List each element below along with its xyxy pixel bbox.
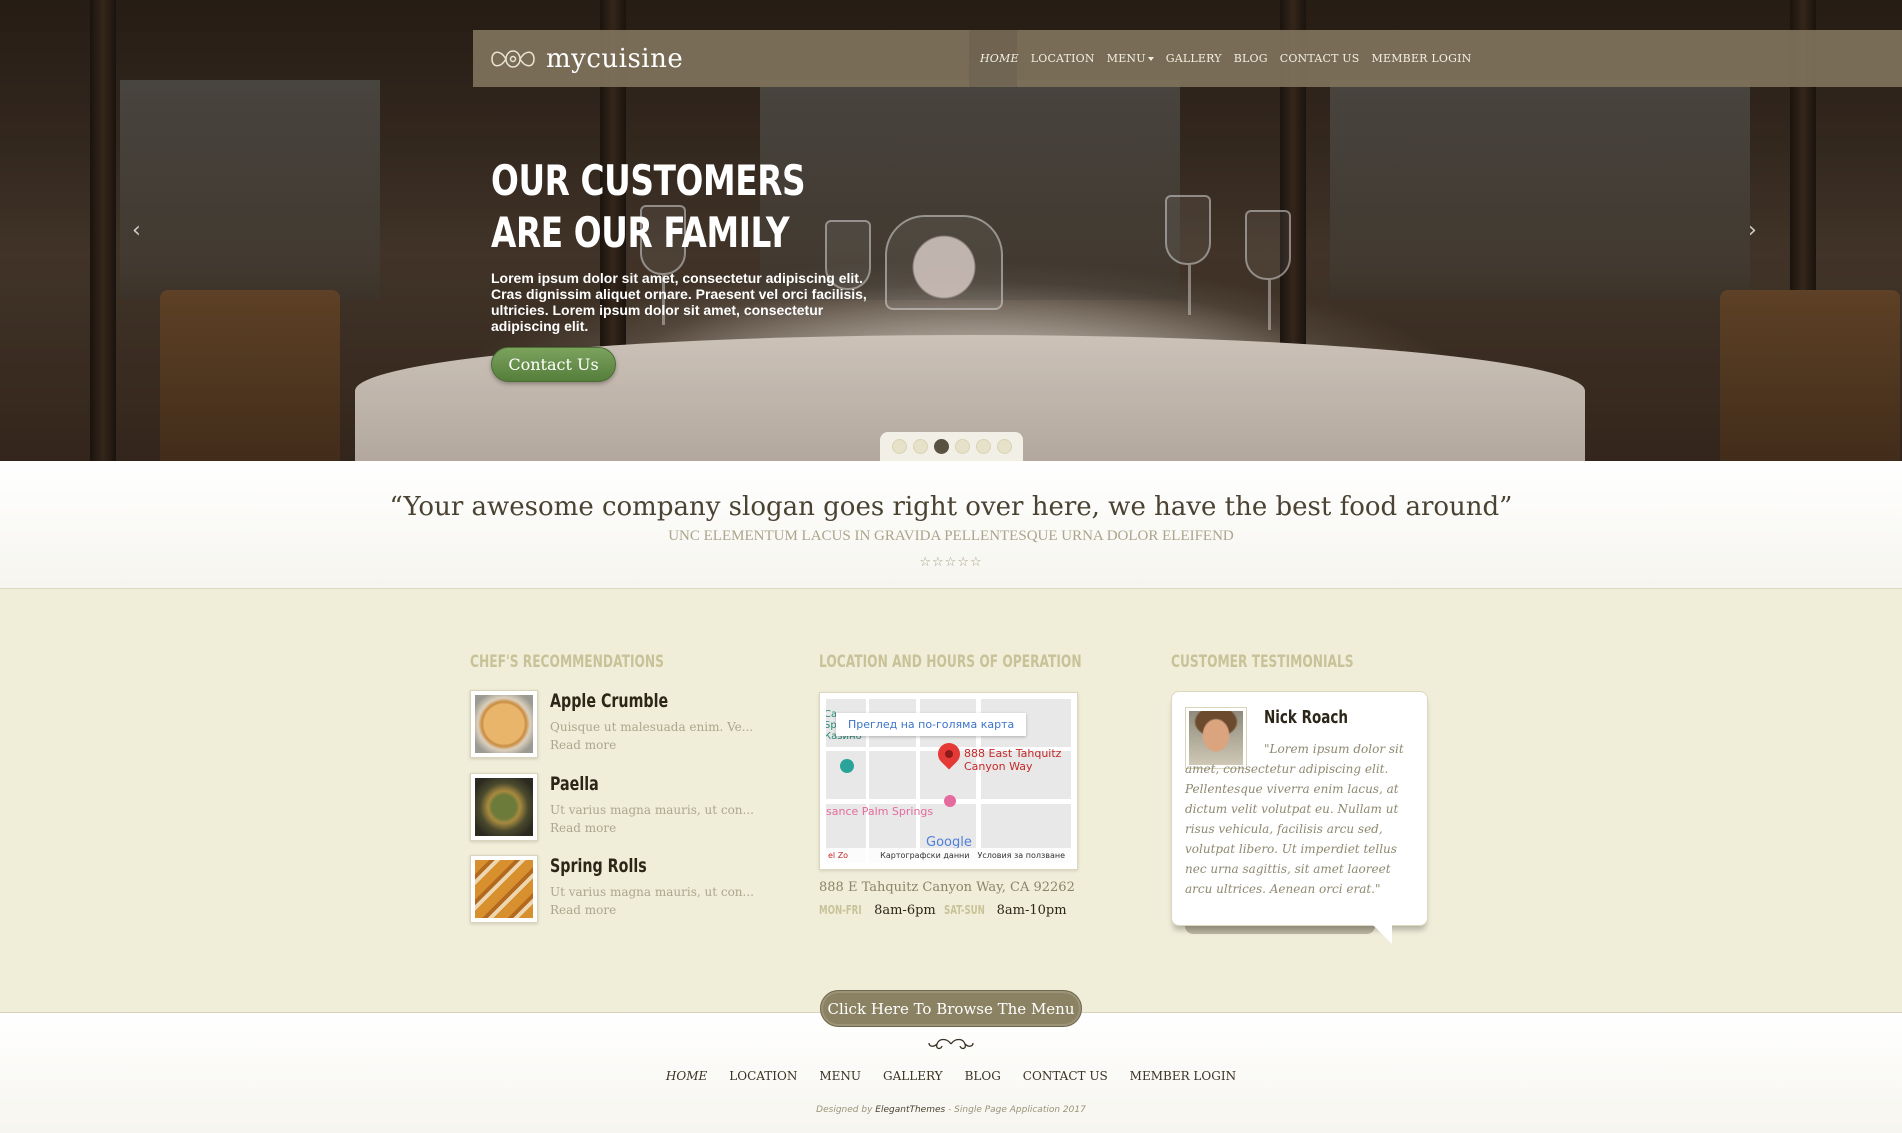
recommendations-title: Chef's Recommendations [470,652,664,672]
credit-suffix: - Single Page Application 2017 [948,1105,1086,1115]
map-data-link[interactable]: Картографски данни [880,851,969,860]
testimonial-tail [1372,924,1392,944]
logo-ornament-icon [491,50,535,68]
nav-location[interactable]: Location [1031,52,1095,65]
hero-text: Lorem ipsum dolor sit amet, consectetur … [491,270,867,334]
slider-dot[interactable] [933,438,949,454]
map-larger-view-link[interactable]: Преглед на по-голяма карта [836,713,1027,736]
ornament-divider-icon [928,1038,974,1050]
slider-dot[interactable] [996,438,1012,454]
weekday-label: MON-FRI [819,903,862,917]
testimonial-shadow [1185,926,1375,934]
recommendation-item[interactable]: Spring Rolls Ut varius magna mauris, ut … [470,855,754,925]
footer-credit: Designed by ElegantThemes - Single Page … [0,1105,1902,1115]
nav-blog[interactable]: Blog [1234,52,1268,65]
main-nav: Home Location Menu Gallery Blog Contact … [980,52,1471,65]
slider-prev-arrow-icon[interactable]: ‹ [132,218,141,243]
location-title: Location and Hours of Operation [819,652,1082,672]
testimonials-title: Customer Testimonials [1171,652,1354,672]
slider-dot[interactable] [912,438,928,454]
logo-text: mycuisine [546,44,684,74]
nav-menu-label: Menu [1106,52,1146,65]
map-pin-label: 888 East Tahquitz Canyon Way [964,747,1061,773]
recommendation-image [470,690,538,758]
slogan-subtitle: UNC ELEMENTUM LACUS IN GRAVIDA PELLENTES… [668,528,1234,544]
footer-nav-menu[interactable]: Menu [819,1069,861,1083]
footer-nav-contact-us[interactable]: Contact Us [1023,1069,1108,1083]
caret-down-icon [1147,57,1154,61]
recommendation-photo [475,860,533,918]
testimonial-text: "Lorem ipsum dolor sit amet, consectetur… [1185,742,1404,896]
slider-dot[interactable] [954,438,970,454]
footer-nav-location[interactable]: Location [729,1069,797,1083]
recommendation-desc: Quisque ut malesuada enim. Ve... [550,720,754,734]
map-corner-label: el Zo [828,851,849,860]
slider-dot[interactable] [975,438,991,454]
map-casino-text: sance Palm Springs [826,805,934,818]
credit-brand-link[interactable]: ElegantThemes [875,1105,945,1115]
footer-nav-gallery[interactable]: Gallery [883,1069,943,1083]
recommendation-desc: Ut varius magna mauris, ut con... [550,885,754,899]
weekday-hours: 8am-6pm [874,903,936,918]
map-poi-icon [944,795,956,807]
recommendation-image [470,773,538,841]
nav-gallery[interactable]: Gallery [1166,52,1222,65]
recommendation-item[interactable]: Paella Ut varius magna mauris, ut con...… [470,773,754,843]
footer-nav: Home Location Menu Gallery Blog Contact … [0,1069,1902,1083]
location-map[interactable]: CaSpringsКазино Преглед на по-голяма кар… [819,692,1078,870]
map-pin-label-line2: Canyon Way [964,760,1033,773]
map-canvas[interactable]: CaSpringsКазино Преглед на по-голяма кар… [826,699,1071,863]
recommendation-name: Paella [550,773,599,795]
nav-menu[interactable]: Menu [1107,52,1154,65]
read-more-link[interactable]: Read more [550,903,616,917]
map-footer: el Zo Картографски данни Условия за полз… [826,848,1071,863]
hero-title: OUR CUSTOMERS ARE OUR FAMILY [491,156,806,257]
recommendation-name: Spring Rolls [550,855,647,877]
nav-contact-us[interactable]: Contact Us [1280,52,1360,65]
contact-us-button[interactable]: Contact Us [491,347,616,382]
site-logo[interactable]: mycuisine [490,44,683,74]
rating-stars: ☆☆☆☆☆ [919,555,983,570]
browse-menu-button[interactable]: Click Here To Browse The Menu [820,990,1082,1027]
read-more-link[interactable]: Read more [550,821,616,835]
map-pin-label-line1: 888 East Tahquitz [964,747,1062,760]
map-poi-icon [840,759,854,773]
recommendation-desc: Ut varius magna mauris, ut con... [550,803,754,817]
weekend-label: SAT-SUN [943,903,985,917]
recommendation-photo [475,778,533,836]
recommendation-item[interactable]: Apple Crumble Quisque ut malesuada enim.… [470,690,754,760]
opening-hours: MON-FRI 8am-6pm SAT-SUN 8am-10pm [819,903,1067,918]
read-more-link[interactable]: Read more [550,738,616,752]
recommendation-image [470,855,538,923]
recommendation-photo [475,695,533,753]
footer-nav-home[interactable]: Home [666,1069,707,1083]
slider-pagination [880,432,1023,464]
footer-nav-blog[interactable]: Blog [965,1069,1001,1083]
nav-member-login[interactable]: Member Login [1372,52,1472,65]
testimonial-author: Nick Roach [1264,707,1348,728]
footer-nav-member-login[interactable]: Member Login [1130,1069,1236,1083]
address-text: 888 E Tahquitz Canyon Way, CA 92262 [819,880,1075,895]
slider-dot[interactable] [891,438,907,454]
map-pin-icon[interactable] [933,738,965,770]
map-terms-link[interactable]: Условия за ползване [977,851,1065,860]
slogan-quote: “Your awesome company slogan goes right … [389,492,1513,522]
weekend-hours: 8am-10pm [996,903,1067,918]
credit-prefix: Designed by [816,1105,873,1115]
nav-home[interactable]: Home [980,52,1019,65]
recommendation-name: Apple Crumble [550,690,669,712]
slider-next-arrow-icon[interactable]: › [1748,218,1757,243]
